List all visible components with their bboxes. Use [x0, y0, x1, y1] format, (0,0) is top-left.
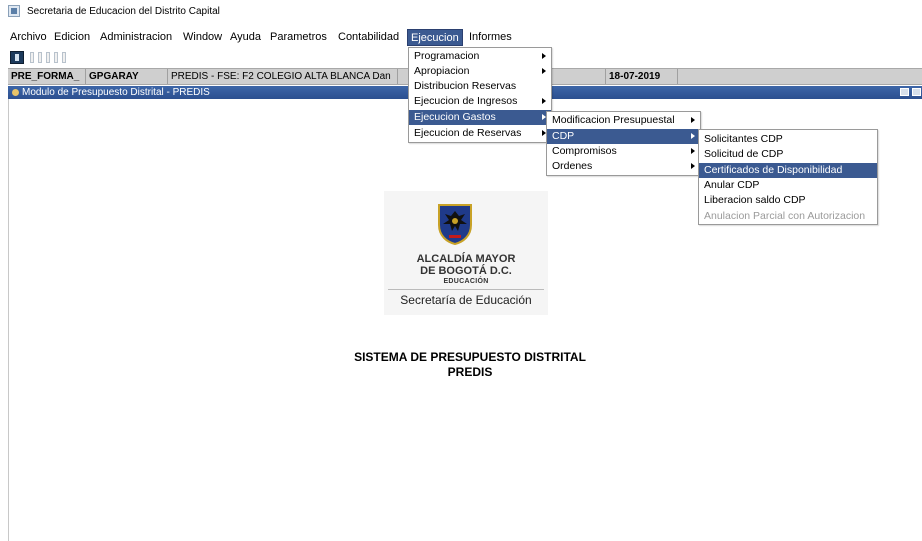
submenu-arrow-icon [542, 68, 546, 74]
form-name-field: PRE_FORMA_ [8, 69, 86, 84]
menu-item-certificados-disponibilidad[interactable]: Certificados de Disponibilidad [699, 163, 877, 178]
submenu-arrow-icon [542, 53, 546, 59]
toolbar-separator [46, 52, 50, 63]
menu-item-label: Liberacion saldo CDP [704, 194, 806, 206]
menu-item-compromisos[interactable]: Compromisos [547, 144, 700, 159]
submenu-arrow-icon [691, 117, 695, 123]
menu-item-anular-cdp[interactable]: Anular CDP [699, 178, 877, 193]
menu-administracion[interactable]: Administracion [100, 31, 172, 43]
menu-item-label: Distribucion Reservas [414, 80, 517, 92]
cdp-submenu: Solicitantes CDP Solicitud de CDP Certif… [698, 129, 878, 225]
alcaldia-logo: ALCALDÍA MAYOR DE BOGOTÁ D.C. EDUCACIÓN … [384, 191, 548, 315]
menu-item-distribucion-reservas[interactable]: Distribucion Reservas [409, 79, 551, 94]
menu-window[interactable]: Window [183, 31, 222, 43]
inner-window-title: Modulo de Presupuesto Distrital - PREDIS [22, 87, 210, 98]
toolbar-separator [54, 52, 58, 63]
logo-divider [388, 289, 544, 290]
menu-item-label: Apropiacion [414, 65, 470, 77]
menu-item-label: Solicitud de CDP [704, 148, 784, 160]
system-subtitle: PREDIS [447, 365, 493, 379]
exit-door-icon[interactable] [10, 51, 24, 64]
menu-archivo[interactable]: Archivo [10, 31, 47, 43]
menu-item-anulacion-parcial: Anulacion Parcial con Autorizacion [699, 209, 877, 224]
menu-item-ejecucion-ingresos[interactable]: Ejecucion de Ingresos [409, 94, 551, 109]
toolbar-separator [30, 52, 34, 63]
menu-item-label: Solicitantes CDP [704, 133, 783, 145]
date-field: 18-07-2019 [606, 69, 678, 84]
menu-item-label: Compromisos [552, 145, 617, 157]
menu-item-modificacion-presupuestal[interactable]: Modificacion Presupuestal [547, 113, 700, 128]
system-title: SISTEMA DE PRESUPUESTO DISTRITAL [354, 350, 586, 364]
toolbar-separator [38, 52, 42, 63]
toolbar-separator [62, 52, 66, 63]
window-title: Secretaria de Educacion del Distrito Cap… [27, 6, 220, 17]
menu-item-label: Ejecucion de Ingresos [414, 95, 518, 107]
logo-line-alcaldia: ALCALDÍA MAYOR [416, 253, 516, 265]
menu-item-ordenes[interactable]: Ordenes [547, 159, 700, 174]
menu-item-label: Ejecucion Gastos [414, 111, 496, 123]
submenu-arrow-icon [691, 148, 695, 154]
menu-item-label: Certificados de Disponibilidad [704, 164, 843, 176]
menu-item-label: Anular CDP [704, 179, 760, 191]
menu-item-label: CDP [552, 130, 575, 142]
maximize-icon[interactable] [912, 88, 921, 96]
menu-item-label: Programacion [414, 50, 480, 62]
menu-item-programacion[interactable]: Programacion [409, 49, 551, 64]
title-bar: Secretaria de Educacion del Distrito Cap… [0, 0, 922, 24]
user-field: GPGARAY [86, 69, 168, 84]
bogota-coat-of-arms-icon [438, 204, 472, 245]
submenu-arrow-icon [691, 163, 695, 169]
ejecucion-menu: Programacion Apropiacion Distribucion Re… [408, 47, 552, 143]
menu-item-label: Modificacion Presupuestal [552, 114, 675, 126]
menu-informes[interactable]: Informes [469, 31, 512, 43]
menu-item-solicitantes-cdp[interactable]: Solicitantes CDP [699, 132, 877, 147]
menu-item-ejecucion-reservas[interactable]: Ejecucion de Reservas [409, 126, 551, 141]
menu-item-label: Anulacion Parcial con Autorizacion [704, 210, 866, 222]
menu-contabilidad[interactable]: Contabilidad [338, 31, 399, 43]
ejecucion-gastos-submenu: Modificacion Presupuestal CDP Compromiso… [546, 111, 701, 176]
menu-item-apropiacion[interactable]: Apropiacion [409, 64, 551, 79]
menu-item-label: Ordenes [552, 160, 593, 172]
menu-item-liberacion-saldo-cdp[interactable]: Liberacion saldo CDP [699, 193, 877, 208]
submenu-arrow-icon [691, 133, 695, 139]
logo-line-secretaria: Secretaría de Educación [400, 293, 532, 307]
logo-line-bogota: DE BOGOTÁ D.C. [420, 265, 512, 277]
menu-ayuda[interactable]: Ayuda [230, 31, 261, 43]
submenu-arrow-icon [542, 98, 546, 104]
window-coffee-icon [12, 89, 19, 96]
menu-edicion[interactable]: Edicion [54, 31, 90, 43]
java-app-icon [8, 5, 20, 17]
description-field: PREDIS - FSE: F2 COLEGIO ALTA BLANCA Dan [168, 69, 398, 84]
minimize-icon[interactable] [900, 88, 909, 96]
menu-item-ejecucion-gastos[interactable]: Ejecucion Gastos [409, 110, 551, 125]
menu-bar: Archivo Edicion Administracion Window Ay… [0, 29, 922, 46]
menu-ejecucion[interactable]: Ejecucion [407, 29, 463, 46]
menu-item-cdp[interactable]: CDP [547, 129, 700, 144]
menu-item-label: Ejecucion de Reservas [414, 127, 522, 139]
menu-parametros[interactable]: Parametros [270, 31, 327, 43]
logo-line-educacion: EDUCACIÓN [443, 278, 489, 285]
menu-item-solicitud-cdp[interactable]: Solicitud de CDP [699, 147, 877, 162]
